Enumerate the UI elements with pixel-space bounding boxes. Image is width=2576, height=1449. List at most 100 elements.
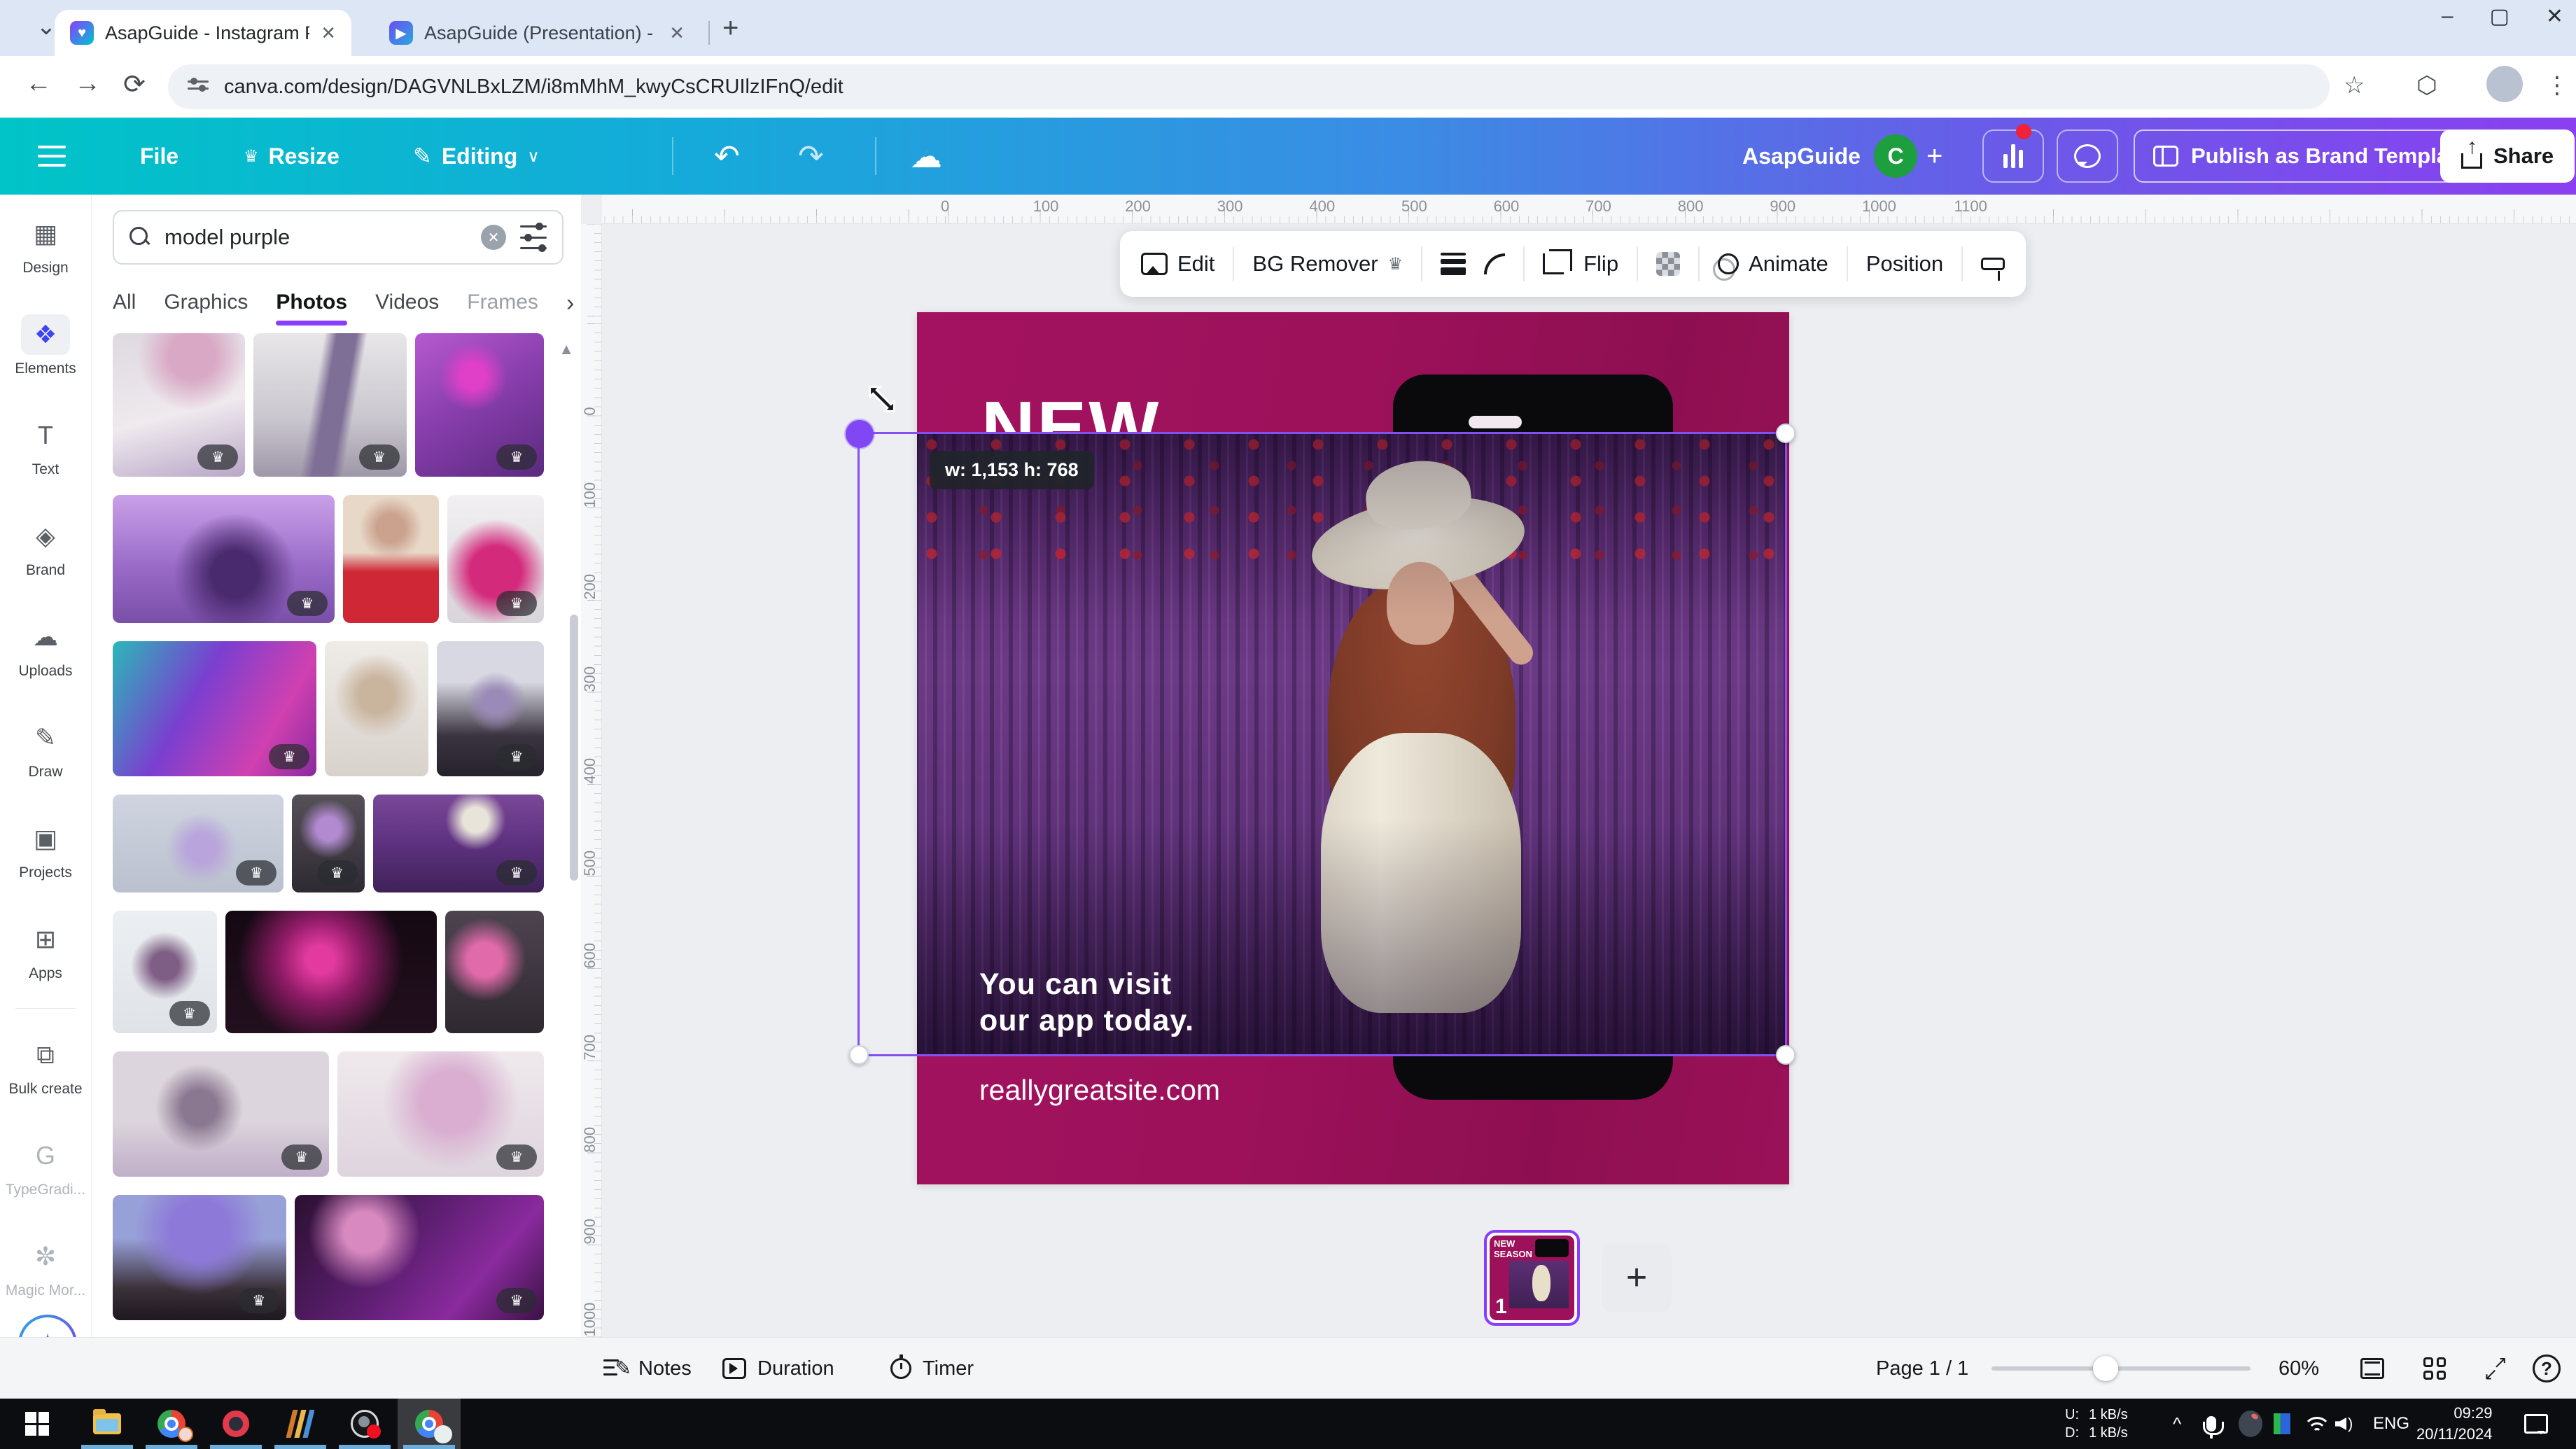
photo-thumbnail[interactable]: ♛ xyxy=(437,641,544,776)
browser-tab-inactive[interactable]: ▶ AsapGuide (Presentation) - You ✕ xyxy=(374,10,700,56)
window-close-button[interactable]: ✕ xyxy=(2546,4,2563,29)
grid-view-button[interactable] xyxy=(2423,1338,2446,1399)
photo-thumbnail[interactable]: ♛ xyxy=(113,1195,286,1320)
sidebar-tool-item[interactable]: ⧉ Bulk create xyxy=(0,1016,91,1116)
tray-expand-button[interactable]: ^ xyxy=(2173,1399,2181,1449)
file-menu-button[interactable]: File xyxy=(140,118,178,195)
insights-button[interactable] xyxy=(1982,118,2044,195)
sidebar-item[interactable]: ▣ Projects xyxy=(0,799,91,900)
wifi-tray-button[interactable] xyxy=(2303,1399,2331,1449)
resize-handle-top-left[interactable] xyxy=(846,420,874,448)
notes-button[interactable]: Notes xyxy=(603,1338,692,1399)
action-center-button[interactable] xyxy=(2524,1399,2548,1449)
extensions-icon[interactable]: ⬡ xyxy=(2416,71,2437,99)
account-avatar[interactable]: C xyxy=(1874,118,1917,195)
resize-button[interactable]: ♛ Resize xyxy=(244,118,340,195)
sidebar-item[interactable]: ✎ Draw xyxy=(0,699,91,799)
photo-thumbnail[interactable]: ♛ xyxy=(253,333,406,477)
fit-page-button[interactable] xyxy=(2360,1338,2384,1399)
clear-search-icon[interactable]: ✕ xyxy=(481,225,506,250)
new-tab-button[interactable]: + xyxy=(722,13,738,44)
clock-indicator[interactable]: 09:29 20/11/2024 xyxy=(2416,1399,2492,1449)
resize-handle-bottom-left[interactable] xyxy=(849,1045,869,1065)
photo-thumbnail[interactable]: ♛ xyxy=(295,1195,544,1320)
reload-icon[interactable]: ⟳ xyxy=(123,69,146,100)
photo-thumbnail[interactable]: ♛ xyxy=(292,794,364,892)
photo-thumbnail[interactable]: ♛ xyxy=(415,333,544,477)
chrome-active-button[interactable] xyxy=(398,1399,461,1449)
crop-button[interactable] xyxy=(1543,253,1565,274)
tray-app-button[interactable] xyxy=(2239,1399,2262,1449)
photo-thumbnail[interactable]: ♛ xyxy=(113,794,284,892)
panel-tab[interactable]: Frames xyxy=(467,290,538,324)
corner-rounding-button[interactable] xyxy=(1484,253,1505,274)
selected-photo-element[interactable] xyxy=(917,432,1787,1056)
tabs-overflow-chevron-icon[interactable]: › xyxy=(566,290,574,324)
back-icon[interactable]: ← xyxy=(25,69,52,99)
obs-studio-button[interactable] xyxy=(333,1399,396,1449)
panel-tab[interactable]: All xyxy=(113,290,136,324)
fullscreen-button[interactable] xyxy=(2484,1338,2507,1399)
phone-mockup-top[interactable] xyxy=(1393,374,1673,433)
design-page[interactable]: NEW You can visit our app today. reallyg… xyxy=(917,312,1789,1184)
edit-image-button[interactable]: Edit xyxy=(1141,251,1214,276)
photo-thumbnail[interactable]: ♛ xyxy=(113,641,316,776)
panel-scrollbar[interactable] xyxy=(570,615,578,881)
stripes-app-button[interactable] xyxy=(269,1399,332,1449)
panel-tab[interactable]: Photos xyxy=(276,290,347,324)
timer-button[interactable]: Timer xyxy=(890,1338,974,1399)
panel-tab[interactable]: Graphics xyxy=(164,290,248,324)
sidebar-item[interactable]: ▦ Design xyxy=(0,195,91,295)
add-page-button[interactable]: + xyxy=(1602,1242,1672,1312)
url-field[interactable]: canva.com/design/DAGVNLBxLZM/i8mMhM_kwyC… xyxy=(168,64,2330,109)
window-minimize-button[interactable]: – xyxy=(2442,4,2454,29)
forward-icon[interactable]: → xyxy=(74,69,101,99)
panel-tab[interactable]: Videos xyxy=(375,290,439,324)
editing-mode-dropdown[interactable]: ✎ Editing ∨ xyxy=(413,118,540,195)
photo-thumbnail[interactable]: ♛ xyxy=(445,911,544,1033)
sidebar-item[interactable]: ◈ Brand xyxy=(0,497,91,598)
chrome-profile1-button[interactable] xyxy=(140,1399,203,1449)
photo-thumbnail[interactable]: ♛ xyxy=(113,1051,329,1177)
page-body-text[interactable]: You can visit our app today. xyxy=(979,966,1194,1040)
photo-thumbnail[interactable]: ♛ xyxy=(113,333,245,477)
publish-brand-template-button[interactable]: Publish as Brand Template xyxy=(2134,118,2488,195)
zoom-slider-thumb[interactable] xyxy=(2093,1356,2118,1381)
search-input[interactable] xyxy=(164,225,467,250)
search-box[interactable]: ✕ xyxy=(113,210,564,265)
page-thumbnail-selected[interactable]: NEW SEASON 1 xyxy=(1484,1230,1580,1326)
photo-thumbnail[interactable]: ♛ xyxy=(225,911,437,1033)
main-menu-button[interactable] xyxy=(38,118,66,195)
language-indicator[interactable]: ENG xyxy=(2373,1399,2409,1449)
recorder-app-button[interactable] xyxy=(204,1399,267,1449)
filter-icon[interactable] xyxy=(520,225,547,249)
photo-thumbnail[interactable]: ♛ xyxy=(343,495,440,623)
redo-button[interactable]: ↷ xyxy=(798,118,824,195)
photo-thumbnail[interactable]: ♛ xyxy=(447,495,544,623)
file-explorer-button[interactable] xyxy=(76,1399,139,1449)
share-button[interactable]: Share xyxy=(2440,118,2575,195)
volume-tray-button[interactable]: ) xyxy=(2335,1399,2353,1449)
page-site-text[interactable]: reallygreatsite.com xyxy=(979,1074,1220,1107)
browser-tab-active[interactable]: ♥ AsapGuide - Instagram Post ✕ xyxy=(55,10,351,56)
cloud-save-status-button[interactable]: ☁ xyxy=(910,118,942,195)
scroll-up-icon[interactable]: ▲ xyxy=(559,340,574,358)
photo-thumbnail[interactable]: ♛ xyxy=(373,794,544,892)
phone-mockup-bottom[interactable] xyxy=(1393,1056,1673,1100)
sidebar-item[interactable]: ☁ Uploads xyxy=(0,598,91,699)
bookmark-star-icon[interactable]: ☆ xyxy=(2344,71,2365,99)
tab-close-icon[interactable]: ✕ xyxy=(669,22,685,44)
photo-thumbnail[interactable]: ♛ xyxy=(337,1051,544,1177)
bg-remover-button[interactable]: BG Remover ♛ xyxy=(1252,251,1403,276)
tab-close-icon[interactable]: ✕ xyxy=(321,22,336,44)
sidebar-item[interactable]: ❖ Elements xyxy=(0,295,91,396)
duration-button[interactable]: Duration xyxy=(722,1338,834,1399)
stroke-weight-button[interactable] xyxy=(1441,253,1466,275)
photo-thumbnail[interactable]: ♛ xyxy=(325,641,428,776)
invite-member-button[interactable]: + xyxy=(1926,118,1942,195)
window-maximize-button[interactable]: ▢ xyxy=(2490,4,2510,29)
position-button[interactable]: Position xyxy=(1866,251,1943,276)
sidebar-tool-item[interactable]: G TypeGradi... xyxy=(0,1116,91,1217)
start-button[interactable] xyxy=(6,1399,69,1449)
flip-button[interactable]: Flip xyxy=(1583,251,1618,276)
